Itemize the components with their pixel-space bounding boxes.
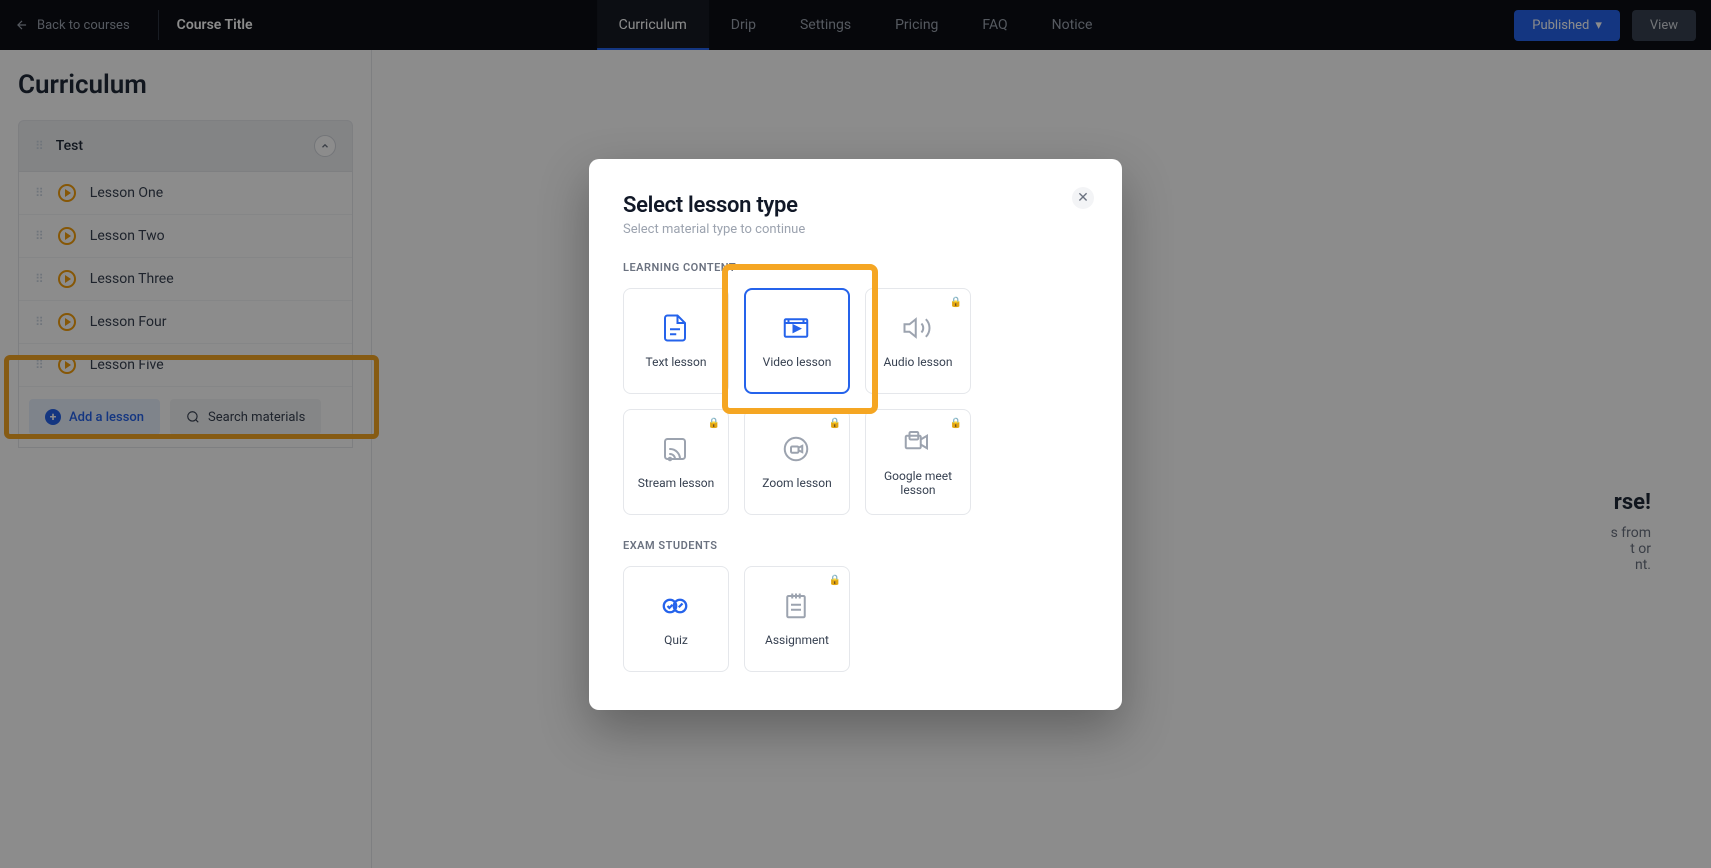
modal-overlay: ✕ Select lesson type Select material typ…	[0, 0, 1711, 868]
lesson-type-card-stream-lesson[interactable]: 🔒 Stream lesson	[623, 409, 729, 515]
card-label: Google meet lesson	[872, 469, 964, 497]
card-label: Video lesson	[763, 355, 832, 369]
lesson-type-card-video-lesson[interactable]: Video lesson	[744, 288, 850, 394]
exam-cards-grid: Quiz 🔒 Assignment	[623, 566, 1088, 672]
modal-subtitle: Select material type to continue	[623, 222, 1088, 237]
lesson-type-card-text-lesson[interactable]: Text lesson	[623, 288, 729, 394]
quiz-icon	[660, 591, 692, 623]
doc-icon	[660, 313, 692, 345]
audio-icon	[902, 313, 934, 345]
lesson-type-card-quiz[interactable]: Quiz	[623, 566, 729, 672]
modal-close-button[interactable]: ✕	[1072, 187, 1094, 209]
meet-icon	[902, 427, 934, 459]
stream-icon	[660, 434, 692, 466]
select-lesson-type-modal: ✕ Select lesson type Select material typ…	[589, 159, 1122, 710]
lock-icon: 🔒	[950, 418, 962, 429]
card-label: Zoom lesson	[762, 476, 831, 490]
modal-title: Select lesson type	[623, 193, 1088, 218]
lesson-type-card-google-meet-lesson[interactable]: 🔒 Google meet lesson	[865, 409, 971, 515]
lesson-type-card-zoom-lesson[interactable]: 🔒 Zoom lesson	[744, 409, 850, 515]
lock-icon: 🔒	[708, 418, 720, 429]
video-icon	[781, 313, 813, 345]
assignment-icon	[781, 591, 813, 623]
card-label: Assignment	[765, 633, 829, 647]
lock-icon: 🔒	[950, 297, 962, 308]
card-label: Stream lesson	[638, 476, 715, 490]
card-label: Text lesson	[646, 355, 707, 369]
lesson-type-card-assignment[interactable]: 🔒 Assignment	[744, 566, 850, 672]
learning-cards-grid: Text lesson Video lesson 🔒 Audio lesson …	[623, 288, 1088, 515]
exam-section-label: EXAM STUDENTS	[623, 539, 1088, 552]
learning-section-label: LEARNING CONTENT	[623, 261, 1088, 274]
zoom-icon	[781, 434, 813, 466]
card-label: Quiz	[664, 633, 688, 647]
card-label: Audio lesson	[883, 355, 952, 369]
lock-icon: 🔒	[829, 575, 841, 586]
lock-icon: 🔒	[829, 418, 841, 429]
lesson-type-card-audio-lesson[interactable]: 🔒 Audio lesson	[865, 288, 971, 394]
close-icon: ✕	[1077, 190, 1089, 206]
